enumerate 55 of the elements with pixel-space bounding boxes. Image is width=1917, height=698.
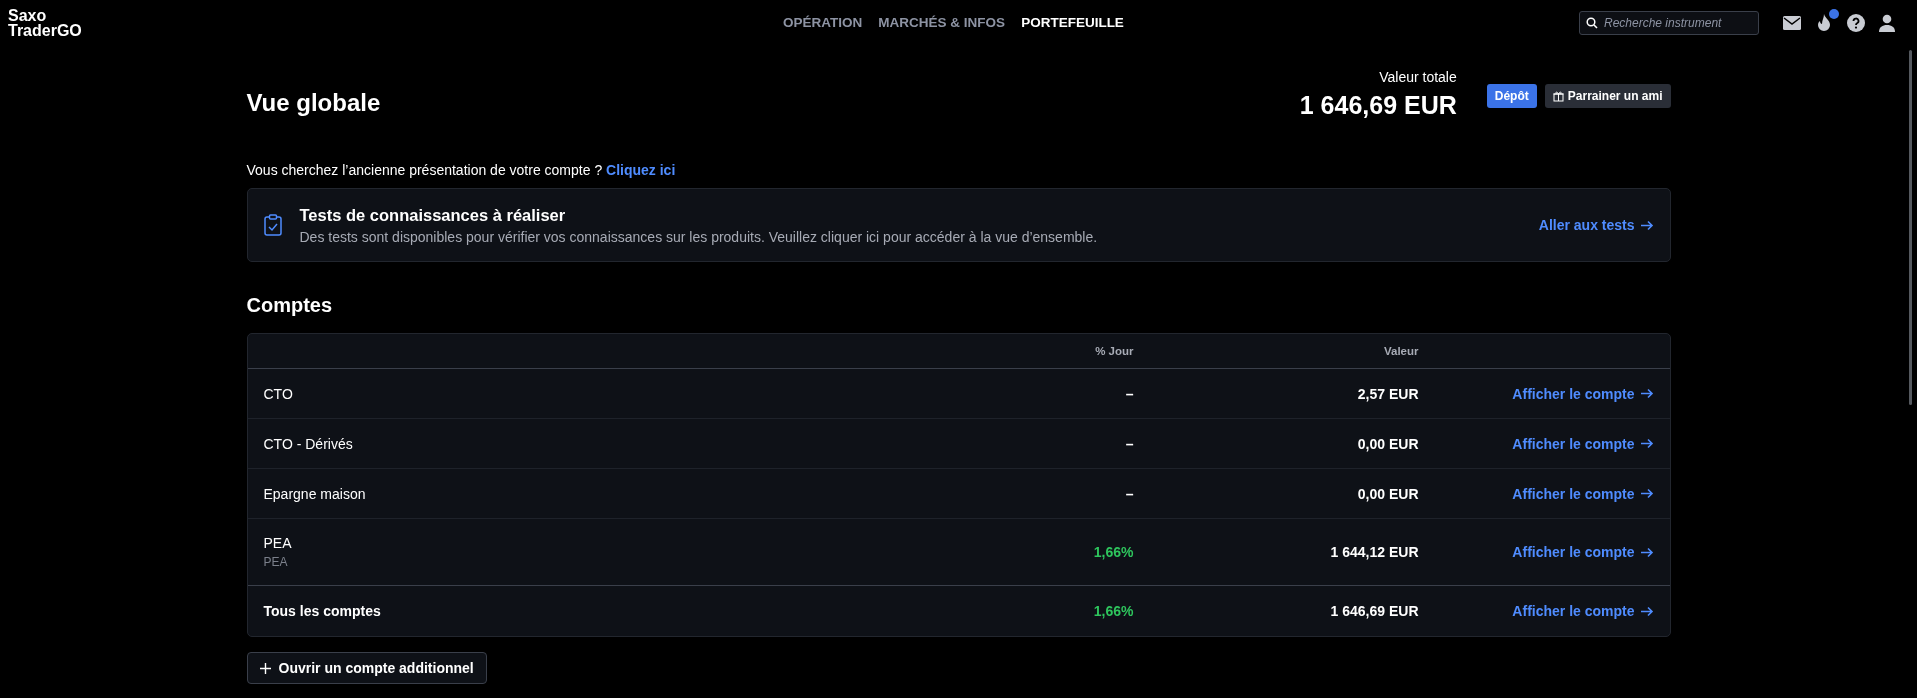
arrow-right-icon xyxy=(1640,488,1654,499)
arrow-right-icon xyxy=(1640,605,1654,617)
arrow-right-icon xyxy=(1640,438,1654,449)
arrow-right-icon xyxy=(1640,388,1654,399)
account-name: PEA xyxy=(263,535,293,551)
search-field[interactable]: Recherche instrument xyxy=(1579,10,1759,35)
account-name: Epargne maison xyxy=(263,485,366,502)
day-change: – xyxy=(1124,385,1134,402)
logo[interactable]: Saxo TraderGO xyxy=(8,7,128,38)
view-account-link[interactable]: Afficher le compte xyxy=(1512,435,1654,452)
mail-icon[interactable] xyxy=(1783,15,1801,30)
nav-tab[interactable]: MARCHÉS & INFOS xyxy=(878,15,1006,30)
view-account-link[interactable]: Afficher le compte xyxy=(1512,544,1654,560)
account-value: 1 644,12 EUR xyxy=(1329,544,1419,560)
account-value: 1 646,69 EUR xyxy=(1329,603,1419,619)
user-icon[interactable] xyxy=(1879,13,1895,32)
referral-button[interactable]: Parrainer un ami xyxy=(1544,84,1671,108)
day-change: 1,66% xyxy=(1092,603,1134,619)
total-label: Valeur totale xyxy=(1378,69,1457,85)
help-icon[interactable] xyxy=(1847,13,1865,32)
arrow-right-icon xyxy=(1640,546,1654,558)
nav-tab[interactable]: PORTEFEUILLE xyxy=(1021,15,1124,30)
clipboard-check-icon xyxy=(263,214,282,236)
legacy-link[interactable]: Cliquez ici xyxy=(606,162,676,178)
total-value: 1 646,69 EUR xyxy=(1299,91,1457,120)
account-type: PEA xyxy=(263,555,289,569)
account-name: Tous les comptes xyxy=(263,603,381,619)
account-value: 2,57 EUR xyxy=(1356,385,1419,402)
banner-text: Des tests sont disponibles pour vérifier vos connaissances sur les produits. Veuillez cliquer ici pour accéder à la vue d’ensemble. xyxy=(299,228,1098,245)
deposit-button[interactable]: Dépôt xyxy=(1486,84,1537,108)
section-title: Comptes xyxy=(246,294,334,317)
open-account-button[interactable]: Ouvrir un compte additionnel xyxy=(246,652,487,684)
column-header: Valeur xyxy=(1382,345,1419,357)
page-title: Vue globale xyxy=(246,89,381,117)
view-account-link[interactable]: Afficher le compte xyxy=(1512,485,1654,502)
gift-icon xyxy=(1552,90,1564,102)
day-change: 1,66% xyxy=(1092,544,1134,560)
flame-icon[interactable] xyxy=(1815,12,1833,33)
account-name: CTO xyxy=(263,385,293,402)
column-header: % Jour xyxy=(1094,345,1134,357)
account-value: 0,00 EUR xyxy=(1356,435,1419,452)
day-change: – xyxy=(1124,435,1134,452)
day-change: – xyxy=(1124,485,1134,502)
nav-tab[interactable]: OPÉRATION xyxy=(783,15,863,30)
legacy-notice: Vous cherchez l’ancienne présentation de votre compte ? Cliquez ici xyxy=(246,162,677,178)
account-name: CTO - Dérivés xyxy=(263,435,353,452)
plus-icon xyxy=(259,662,271,674)
view-account-link[interactable]: Afficher le compte xyxy=(1512,385,1654,402)
arrow-right-icon xyxy=(1640,219,1654,231)
account-value: 0,00 EUR xyxy=(1356,485,1419,502)
tests-link[interactable]: Aller aux tests xyxy=(1538,217,1654,233)
banner-title: Tests de connaissances à réaliser xyxy=(299,205,567,225)
search-icon xyxy=(1586,16,1598,29)
view-account-link[interactable]: Afficher le compte xyxy=(1512,603,1654,619)
scrollbar[interactable] xyxy=(1909,50,1912,405)
